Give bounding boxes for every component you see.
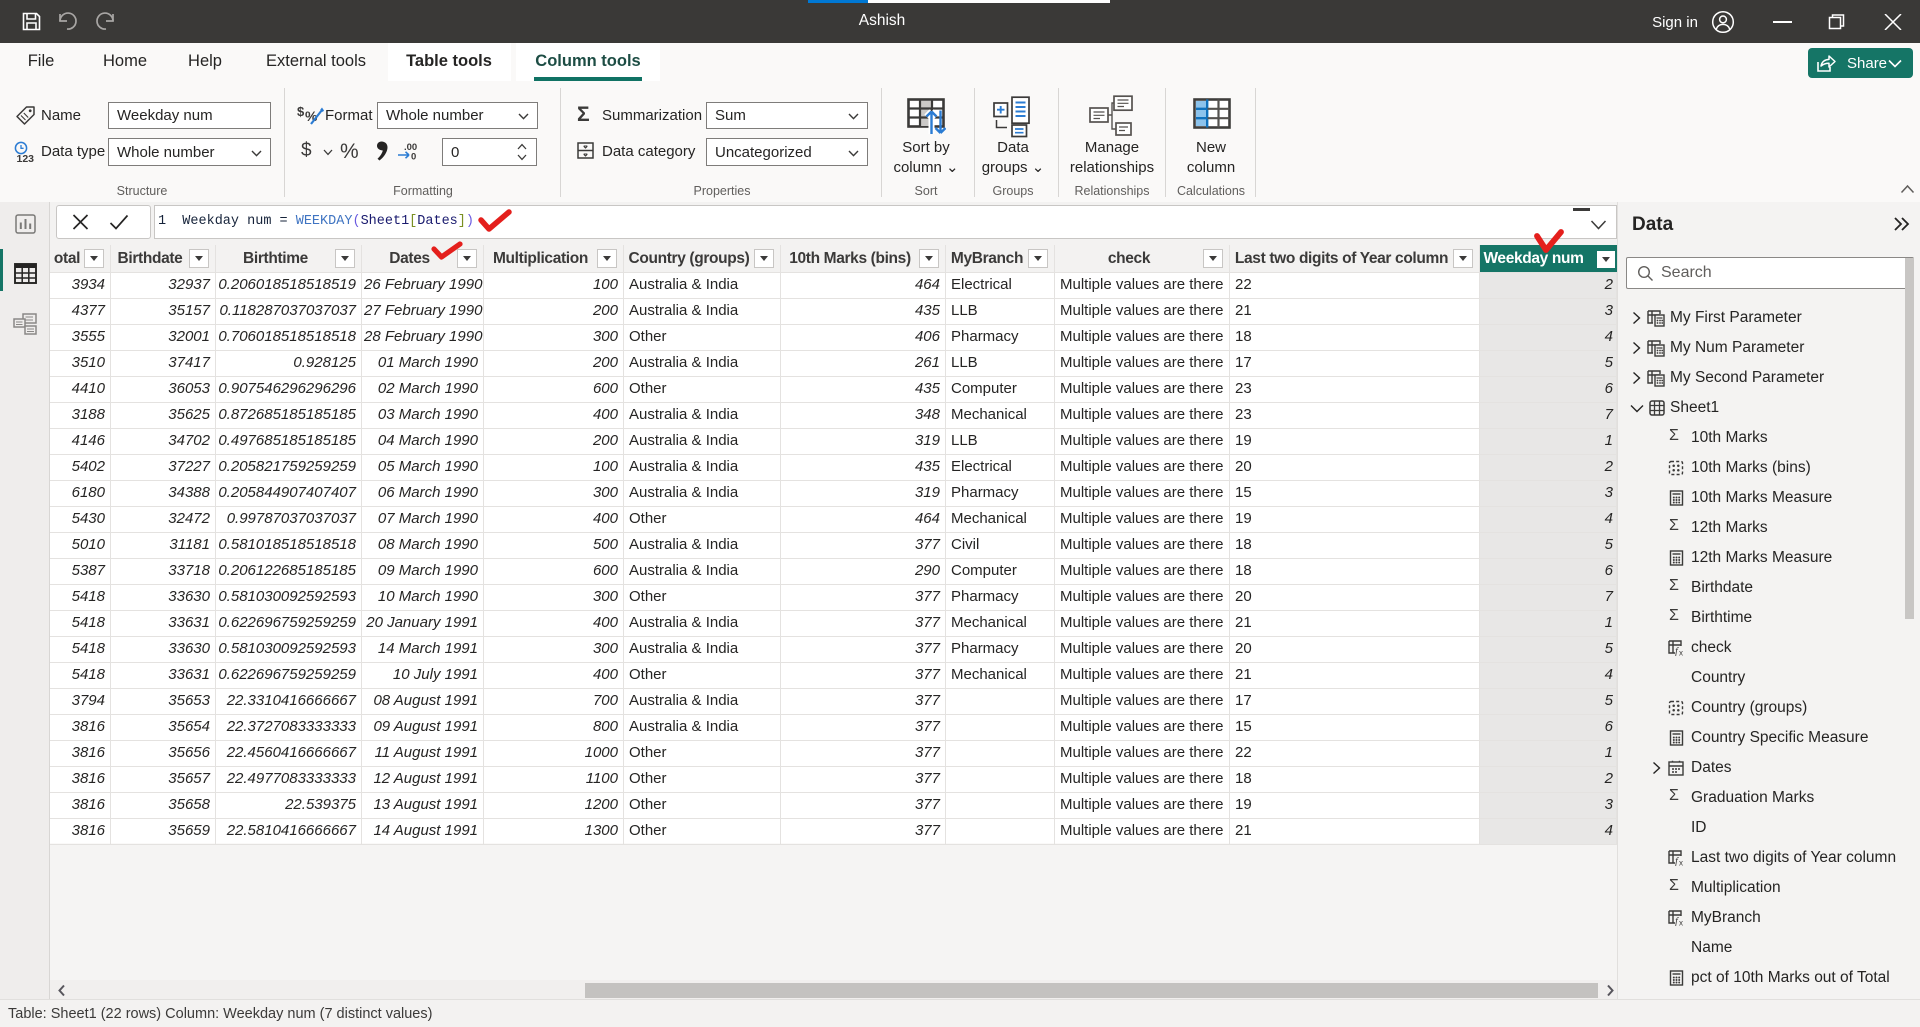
svg-text:x: x: [1679, 649, 1683, 657]
svg-text:0: 0: [411, 152, 416, 162]
svg-text:x: x: [1679, 859, 1683, 867]
svg-text:123: 123: [17, 153, 35, 164]
svg-text:$: $: [297, 104, 305, 119]
svg-text:x: x: [1679, 919, 1683, 927]
